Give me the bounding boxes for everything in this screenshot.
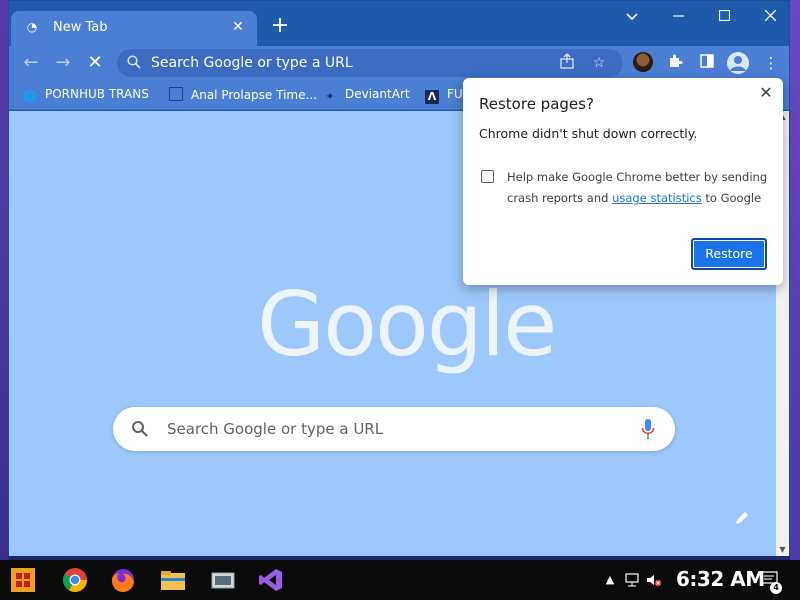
search-placeholder: Search Google or type a URL (167, 420, 384, 438)
back-button[interactable]: ← (17, 49, 45, 77)
profile-extension-avatar[interactable] (633, 52, 653, 72)
maximize-button[interactable] (701, 5, 747, 29)
page-icon (169, 87, 183, 101)
arrow-logo-icon: Λ (425, 90, 439, 104)
chevron-down-icon (626, 13, 638, 21)
dialog-message: Chrome didn't shut down correctly. (479, 126, 698, 141)
usage-statistics-link[interactable]: usage statistics (612, 191, 702, 205)
firefox-taskbar-icon[interactable] (108, 565, 138, 595)
bookmark-item[interactable]: ✦ DeviantArt (323, 87, 410, 104)
address-bar-placeholder: Search Google or type a URL (151, 55, 353, 71)
volume-muted-icon[interactable] (646, 573, 662, 587)
bookmark-item[interactable]: 🌐 PORNHUB TRANS (23, 87, 149, 104)
desktop-wallpaper-right (790, 0, 800, 560)
bookmark-star-icon[interactable]: ☆ (589, 53, 609, 73)
loading-favicon-icon: ◔ (26, 20, 38, 34)
title-bar: ◔ New Tab ✕ + (9, 1, 789, 46)
notification-count-badge: 4 (770, 582, 782, 594)
deviantart-icon: ✦ (325, 90, 335, 103)
crash-report-checkbox[interactable] (481, 170, 494, 183)
share-icon[interactable] (557, 53, 577, 73)
bookmark-label: DeviantArt (345, 87, 410, 101)
bookmark-item[interactable]: Anal Prolapse Time... (169, 87, 317, 102)
bookmark-label: FU (447, 87, 463, 101)
new-tab-button[interactable]: + (267, 13, 293, 39)
profile-avatar-icon[interactable] (727, 52, 749, 74)
address-bar[interactable]: Search Google or type a URL ☆ (117, 49, 623, 77)
ntp-search-box[interactable]: Search Google or type a URL (113, 407, 675, 451)
minimize-icon (672, 15, 684, 17)
google-logo: Google (257, 273, 557, 376)
crash-report-label: Help make Google Chrome better by sendin… (507, 167, 773, 209)
tab-search-button[interactable] (609, 5, 655, 29)
forward-button[interactable]: → (49, 49, 77, 77)
tab-close-icon[interactable]: ✕ (229, 18, 247, 36)
search-icon (132, 421, 148, 437)
toolbar: ← → ✕ Search Google or type a URL ☆ ⋮ (9, 46, 789, 80)
chrome-taskbar-icon[interactable] (60, 565, 90, 595)
system-tool-icon[interactable] (208, 565, 238, 595)
show-hidden-icons-chevron-icon[interactable]: ▲ (602, 573, 618, 587)
restore-pages-dialog: Restore pages? ✕ Chrome didn't shut down… (463, 78, 783, 285)
microphone-icon[interactable] (641, 418, 655, 440)
side-panel-icon[interactable] (695, 51, 719, 75)
tab-new-tab[interactable]: ◔ New Tab ✕ (11, 11, 257, 46)
restore-button[interactable]: Restore (691, 238, 767, 270)
help-text-suffix: to Google (701, 191, 762, 205)
dialog-title: Restore pages? (479, 95, 594, 113)
file-explorer-icon[interactable] (158, 565, 188, 595)
start-button-icon[interactable] (8, 565, 38, 595)
close-icon (764, 9, 776, 22)
dialog-close-icon[interactable]: ✕ (755, 82, 777, 104)
bookmark-label: Anal Prolapse Time... (191, 88, 317, 102)
search-icon (127, 55, 141, 69)
stop-loading-button[interactable]: ✕ (81, 49, 109, 77)
bookmark-item[interactable]: Λ FU (425, 87, 463, 104)
extensions-puzzle-icon[interactable] (663, 51, 687, 75)
scroll-down-arrow[interactable]: ▼ (776, 544, 789, 556)
maximize-icon (718, 9, 730, 22)
taskbar: ▲ 6:32 AM 4 (0, 560, 800, 600)
desktop-wallpaper-left (0, 0, 8, 560)
customize-pencil-icon[interactable] (733, 509, 751, 527)
network-icon[interactable] (624, 573, 640, 587)
close-window-button[interactable] (747, 5, 793, 29)
menu-kebab-icon[interactable]: ⋮ (759, 51, 783, 75)
system-clock[interactable]: 6:32 AM (676, 567, 765, 591)
globe-icon: 🌐 (23, 90, 37, 103)
minimize-button[interactable] (655, 5, 701, 29)
tab-title: New Tab (53, 20, 108, 35)
visual-studio-icon[interactable] (256, 565, 286, 595)
bookmark-label: PORNHUB TRANS (45, 87, 149, 101)
